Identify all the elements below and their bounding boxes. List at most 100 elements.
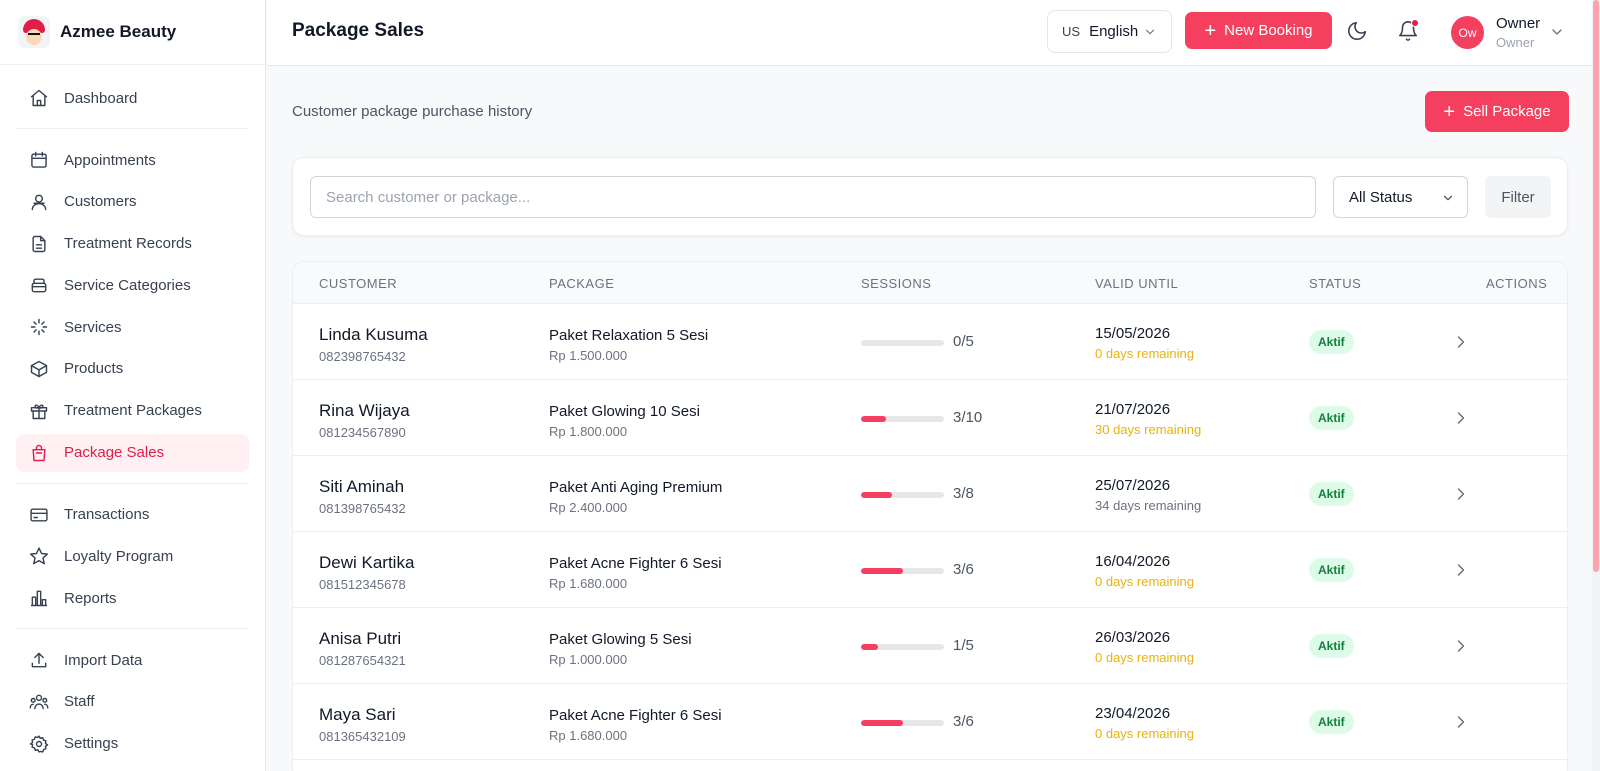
chevron-down-icon[interactable] xyxy=(1549,24,1565,40)
valid-until-date: 15/05/2026 xyxy=(1095,325,1171,342)
sidebar-item-dashboard[interactable]: Dashboard xyxy=(16,79,249,117)
sidebar-item-label: Import Data xyxy=(64,651,143,669)
sessions-progress-bar xyxy=(861,644,944,650)
filter-card: All Status Filter xyxy=(292,157,1568,236)
status-filter-select[interactable]: All Status xyxy=(1333,176,1468,218)
package-name: Paket Glowing 10 Sesi xyxy=(549,403,700,420)
sidebar-item-label: Dashboard xyxy=(64,89,138,107)
nav-divider xyxy=(16,628,249,630)
star-icon xyxy=(29,547,49,565)
page-scrollbar[interactable] xyxy=(1592,0,1600,771)
new-booking-label: New Booking xyxy=(1224,22,1313,39)
user-avatar[interactable]: Ow xyxy=(1451,16,1484,49)
sidebar-item-products[interactable]: Products xyxy=(16,350,249,388)
sell-package-label: Sell Package xyxy=(1463,103,1551,120)
sidebar-item-package-sales[interactable]: Package Sales xyxy=(16,433,249,472)
sidebar-item-import-data[interactable]: Import Data xyxy=(16,641,249,679)
column-header-status[interactable]: STATUS xyxy=(1309,276,1361,291)
calendar-icon xyxy=(31,151,47,168)
sidebar-item-transactions[interactable]: Transactions xyxy=(16,496,249,534)
sidebar-item-settings[interactable]: Settings xyxy=(16,725,249,763)
valid-until-date: 21/07/2026 xyxy=(1095,401,1171,418)
brand[interactable]: Azmee Beauty xyxy=(0,0,265,65)
user-name[interactable]: Owner xyxy=(1496,15,1540,32)
sidebar-item-treatment-records[interactable]: Treatment Records xyxy=(16,225,249,263)
search-input[interactable] xyxy=(310,176,1316,218)
table-row[interactable]: Maya Sari 081365432109 Paket Acne Fighter … xyxy=(293,684,1567,760)
page-subtitle: Customer package purchase history xyxy=(292,103,533,120)
language-select[interactable]: US English xyxy=(1047,10,1172,53)
package-name: Paket Glowing 5 Sesi xyxy=(549,631,692,648)
column-header-sessions[interactable]: SESSIONS xyxy=(861,276,931,291)
sessions-count: 3/6 xyxy=(953,561,974,578)
view-details-button[interactable] xyxy=(1451,332,1471,357)
sessions-count: 3/6 xyxy=(953,713,974,730)
view-details-button[interactable] xyxy=(1451,636,1471,661)
table-row[interactable]: Dewi Kartika 081512345678 Paket Acne Fight… xyxy=(293,532,1567,608)
view-details-button[interactable] xyxy=(1451,484,1471,509)
customer-phone: 082398765432 xyxy=(319,349,406,364)
days-remaining: 0 days remaining xyxy=(1095,650,1194,665)
table-row[interactable]: Rina Wijaya 081234567890 Paket Glowing 10 … xyxy=(293,380,1567,456)
sidebar-item-staff[interactable]: Staff xyxy=(16,683,249,721)
language-code: US xyxy=(1062,24,1081,39)
sidebar-item-reports[interactable]: Reports xyxy=(16,579,249,617)
status-badge: Aktif xyxy=(1309,406,1354,430)
sidebar-item-services[interactable]: Services xyxy=(16,308,249,346)
view-details-button[interactable] xyxy=(1451,712,1471,737)
sidebar-item-customers[interactable]: Customers xyxy=(16,183,249,221)
customer-phone: 081234567890 xyxy=(319,425,406,440)
view-details-button[interactable] xyxy=(1451,408,1471,433)
plus-icon: + xyxy=(1204,19,1217,42)
sidebar-item-label: Staff xyxy=(64,693,95,711)
view-details-button[interactable] xyxy=(1451,560,1471,585)
sessions-progress-bar xyxy=(861,492,944,498)
status-badge: Aktif xyxy=(1309,634,1354,658)
plus-icon: + xyxy=(1443,100,1456,123)
column-header-customer[interactable]: CUSTOMER xyxy=(319,276,397,291)
sidebar-item-label: Loyalty Program xyxy=(64,547,174,565)
chevron-right-icon xyxy=(1457,564,1465,576)
box-icon xyxy=(30,360,48,378)
sidebar-item-treatment-packages[interactable]: Treatment Packages xyxy=(16,392,249,430)
sidebar-item-label: Transactions xyxy=(64,506,150,524)
column-header-package[interactable]: PACKAGE xyxy=(549,276,614,291)
sidebar-item-service-categories[interactable]: Service Categories xyxy=(16,266,249,304)
package-name: Paket Acne Fighter 6 Sesi xyxy=(549,555,722,572)
sidebar-item-label: Service Categories xyxy=(64,276,191,294)
table-row[interactable]: Linda Kusuma 082398765432 Paket Relaxation… xyxy=(293,304,1567,380)
moon-icon xyxy=(1348,21,1367,40)
sessions-progress-bar xyxy=(861,568,944,574)
sessions-progress-fill xyxy=(861,416,886,422)
sessions-count: 3/8 xyxy=(953,485,974,502)
sessions-progress-bar xyxy=(861,720,944,726)
sessions-progress-fill xyxy=(861,492,893,498)
column-header-valid-until[interactable]: VALID UNTIL xyxy=(1095,276,1178,291)
sidebar-item-label: Reports xyxy=(64,589,117,607)
nav-divider xyxy=(16,128,249,129)
sessions-progress-bar xyxy=(861,416,944,422)
top-header: Package Sales US English + New Booking O… xyxy=(267,0,1600,66)
users-icon xyxy=(31,194,47,211)
table-row[interactable]: Siti Aminah 081398765432 Paket Anti Aging … xyxy=(293,456,1567,532)
chevron-right-icon xyxy=(1457,488,1465,500)
file-icon xyxy=(32,235,46,252)
sell-package-button[interactable]: + Sell Package xyxy=(1425,91,1569,132)
scrollbar-thumb[interactable] xyxy=(1593,0,1599,572)
customer-name: Dewi Kartika xyxy=(319,553,415,572)
new-booking-button[interactable]: + New Booking xyxy=(1185,12,1332,49)
layers-icon xyxy=(31,278,47,293)
chevron-down-icon xyxy=(1443,195,1453,201)
sidebar-item-loyalty-program[interactable]: Loyalty Program xyxy=(16,537,249,575)
notification-dot xyxy=(1411,19,1419,27)
dark-mode-toggle[interactable] xyxy=(1346,20,1368,42)
table-row[interactable]: Anisa Putri 081287654321 Paket Glowing 5 S… xyxy=(293,608,1567,684)
sessions-progress-bar xyxy=(861,340,944,346)
status-filter-value: All Status xyxy=(1349,188,1413,206)
status-badge: Aktif xyxy=(1309,482,1354,506)
sessions-count: 1/5 xyxy=(953,637,974,654)
notifications-button[interactable] xyxy=(1397,19,1419,42)
filter-button[interactable]: Filter xyxy=(1485,176,1551,218)
sidebar-item-appointments[interactable]: Appointments xyxy=(16,141,249,179)
package-price: Rp 1.680.000 xyxy=(549,728,628,743)
